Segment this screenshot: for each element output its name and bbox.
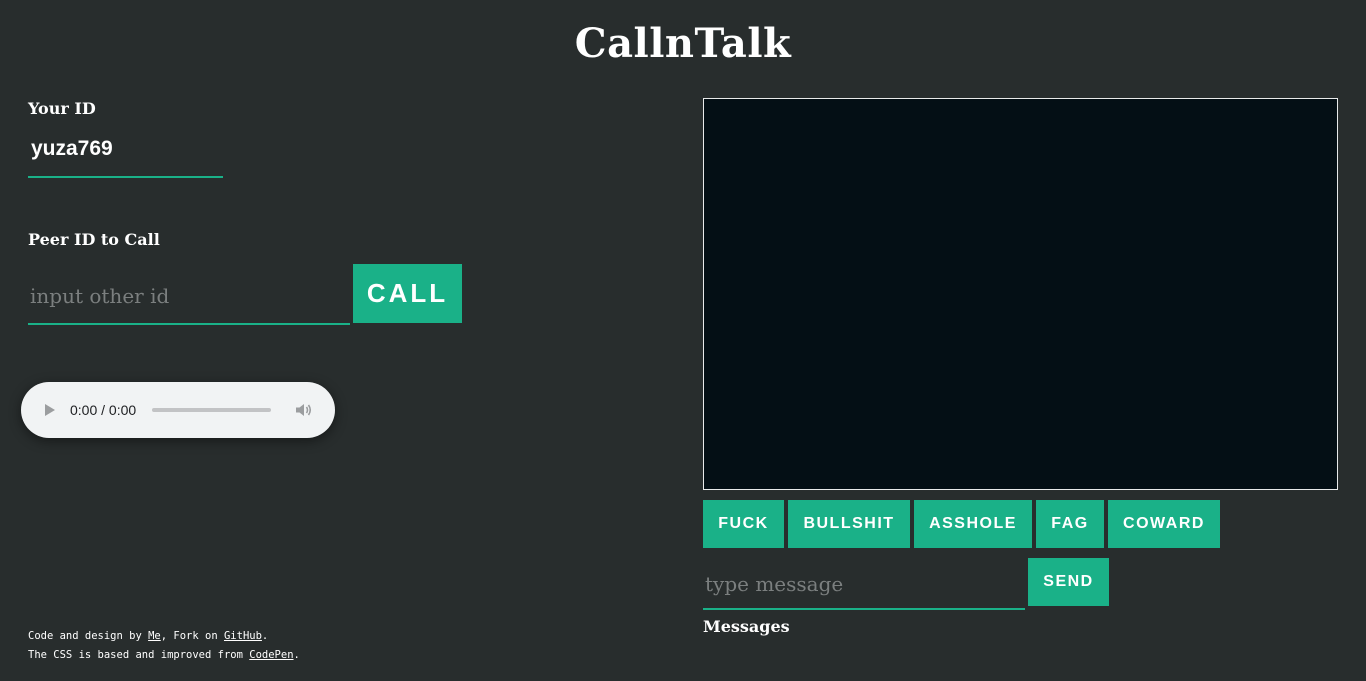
send-button[interactable]: SEND: [1028, 558, 1109, 606]
github-link[interactable]: GitHub: [224, 630, 262, 642]
volume-icon[interactable]: [295, 402, 313, 418]
your-id-value: yuza769: [28, 134, 223, 178]
video-display: [703, 98, 1338, 490]
phrase-button[interactable]: BULLSHIT: [788, 500, 910, 548]
peer-id-label: Peer ID to Call: [28, 230, 160, 249]
footer-credit-line: Code and design by Me, Fork on GitHub.: [28, 630, 269, 642]
call-button[interactable]: CALL: [353, 264, 462, 323]
footer-css-line: The CSS is based and improved from CodeP…: [28, 649, 300, 661]
footer: Code and design by Me, Fork on GitHub. T…: [28, 627, 300, 665]
messages-label: Messages: [703, 617, 790, 636]
codepen-link[interactable]: CodePen: [249, 649, 293, 661]
audio-seek-bar[interactable]: [152, 408, 272, 412]
audio-player: 0:00 / 0:00: [21, 382, 335, 438]
peer-id-input[interactable]: [28, 268, 350, 325]
app-title: CallnTalk: [574, 20, 792, 67]
audio-time: 0:00 / 0:00: [70, 402, 137, 418]
your-id-label: Your ID: [28, 99, 96, 118]
me-link[interactable]: Me: [148, 630, 161, 642]
message-input[interactable]: [703, 560, 1025, 610]
play-icon[interactable]: [45, 404, 55, 416]
phrase-button[interactable]: ASSHOLE: [914, 500, 1032, 548]
phrase-button[interactable]: FUCK: [703, 500, 784, 548]
phrase-button[interactable]: FAG: [1036, 500, 1104, 548]
phrase-button[interactable]: COWARD: [1108, 500, 1220, 548]
